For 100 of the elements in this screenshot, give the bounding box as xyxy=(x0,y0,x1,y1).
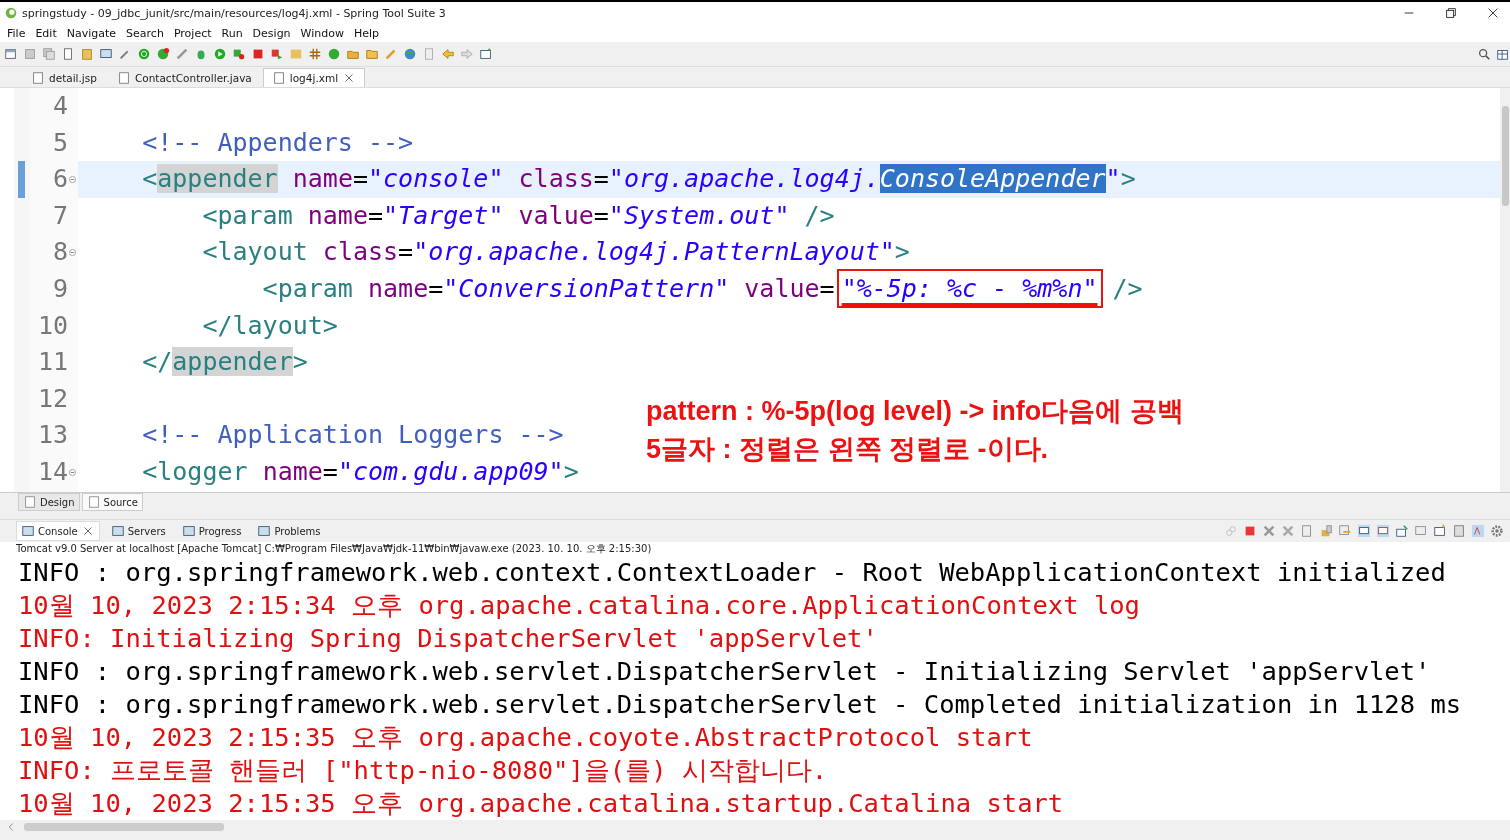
pin-icon[interactable] xyxy=(1395,524,1409,538)
fold-icon[interactable] xyxy=(69,176,76,183)
clipboard-icon[interactable] xyxy=(80,47,94,61)
fold-icon[interactable] xyxy=(69,468,76,476)
arrow-left-icon[interactable] xyxy=(441,47,455,61)
line-number: 4 xyxy=(52,90,68,122)
code-line: <logger name="com.gdu.app09"> xyxy=(141,455,579,488)
fold-icon[interactable] xyxy=(69,249,76,257)
close-icon[interactable] xyxy=(1486,6,1500,20)
gear-icon[interactable] xyxy=(1490,524,1504,538)
file-icon xyxy=(271,71,286,85)
code-line: </appender> xyxy=(141,346,308,379)
console-line: 10월 10, 2023 2:15:35 오후 org.apache.catalina.startup.Catalina start xyxy=(18,787,1065,820)
line-number: 8 xyxy=(52,236,68,269)
console-line: INFO: Initializing Spring DispatcherServlet 'appServlet' xyxy=(18,622,879,655)
export-icon[interactable] xyxy=(270,47,284,61)
leaf-logo-icon xyxy=(4,6,18,20)
menu-item[interactable]: Search xyxy=(121,26,169,40)
menu-item[interactable]: Help xyxy=(348,26,385,40)
annotation-note: pattern : %-5p(log level) -> info다음에 공백 xyxy=(646,395,1184,428)
display-icon[interactable] xyxy=(1414,524,1428,538)
new-console-icon[interactable] xyxy=(1433,524,1447,538)
line-number: 7 xyxy=(52,199,68,232)
file-icon xyxy=(31,71,45,85)
console-line: INFO : org.springframework.web.servlet.DispatcherServlet - Initializing Servlet 'appServlet' xyxy=(18,655,1432,688)
perspective-icon[interactable] xyxy=(1496,47,1510,61)
editor-tab[interactable]: log4j.xml xyxy=(262,68,366,87)
restore-icon[interactable] xyxy=(1444,6,1458,20)
window-icon xyxy=(21,524,35,538)
window-icon xyxy=(257,524,272,538)
line-number: 6 xyxy=(52,163,68,196)
new-window-icon[interactable] xyxy=(479,47,493,61)
ac-icon[interactable] xyxy=(1471,524,1485,538)
new-file-icon[interactable] xyxy=(4,47,18,61)
run-config-icon[interactable] xyxy=(232,47,246,61)
line-number: 14 xyxy=(37,455,68,488)
code-line: <!-- Application Loggers --> xyxy=(141,419,564,452)
line-number: 13 xyxy=(37,419,68,452)
speech-error-icon[interactable] xyxy=(1376,524,1390,538)
view-tab[interactable]: Servers xyxy=(105,521,171,541)
save-all-icon[interactable] xyxy=(42,47,56,61)
stop-icon[interactable] xyxy=(1243,524,1257,538)
code-line: <appender name="console" class="org.apache.log4j.ConsoleAppender"> xyxy=(141,163,1136,196)
clear-icon[interactable] xyxy=(1300,524,1314,538)
console-line: INFO: 프로토콜 핸들러 ["http-nio-8080"]을(를) 시작합니다. xyxy=(18,754,829,787)
lock-icon[interactable] xyxy=(1319,524,1333,538)
window-icon xyxy=(181,524,196,538)
view-tab[interactable]: Problems xyxy=(252,521,326,541)
refresh-icon[interactable] xyxy=(156,47,170,61)
annotation-note: 5글자 : 정렬은 왼쪽 정렬로 -이다. xyxy=(646,433,1049,466)
monitor-icon[interactable] xyxy=(99,47,113,61)
menu-item[interactable]: Run xyxy=(216,26,248,40)
pen-icon[interactable] xyxy=(175,47,189,61)
editor-tab[interactable]: ContactController.java xyxy=(107,68,261,87)
globe-icon[interactable] xyxy=(403,47,417,61)
view-tab[interactable]: Console xyxy=(16,521,100,541)
remove-icon[interactable] xyxy=(1262,524,1276,538)
menu-item[interactable]: Edit xyxy=(30,26,62,40)
page-icon xyxy=(23,495,37,509)
run-icon[interactable] xyxy=(213,47,227,61)
console-line: 10월 10, 2023 2:15:34 오후 org.apache.catalina.core.ApplicationContext log xyxy=(18,589,1141,622)
remove-all-icon[interactable] xyxy=(1281,524,1295,538)
line-number: 5 xyxy=(52,126,68,159)
document-icon[interactable] xyxy=(61,47,75,61)
view-tab[interactable]: Progress xyxy=(176,521,247,541)
speech-icon[interactable] xyxy=(1357,524,1371,538)
menu-item[interactable]: Project xyxy=(168,26,217,40)
menu-item[interactable]: Design xyxy=(247,26,296,40)
copy-icon[interactable] xyxy=(1452,524,1466,538)
console-line: 10월 10, 2023 2:15:35 오후 org.apache.coyote.AbstractProtocol start xyxy=(18,721,1034,754)
console-header: Tomcat v9.0 Server at localhost [Apache Tomcat] C:₩Program Files₩Java₩jdk-11₩bin₩javaw.exe (2023. 10. 10. 오후 2:15:30) xyxy=(0,542,1510,556)
folder-icon[interactable] xyxy=(365,47,379,61)
window-title: springstudy - 09_jdbc_junit/src/main/resources/log4j.xml - Spring Tool Suite 3 xyxy=(22,6,447,20)
wrap-icon[interactable] xyxy=(1338,524,1352,538)
menu-item[interactable]: Window xyxy=(295,26,349,40)
editor-mode-tab[interactable]: Source xyxy=(81,493,143,511)
line-number: 10 xyxy=(37,309,68,342)
grid-icon[interactable] xyxy=(308,47,322,61)
page-icon xyxy=(86,495,101,509)
pencil-icon[interactable] xyxy=(384,47,398,61)
code-line: <param name="ConversionPattern" value= "%-5p: %c - %m%n" /> xyxy=(82,270,1143,308)
line-number: 11 xyxy=(37,346,68,379)
editor-mode-tab[interactable]: Design xyxy=(18,493,80,511)
console-line: INFO : org.springframework.web.servlet.DispatcherServlet - Completed initialization in 1128 ms xyxy=(18,688,1463,721)
console-line: INFO : org.springframework.web.context.ContextLoader - Root WebApplicationContext initialized xyxy=(18,556,1447,589)
save-icon[interactable] xyxy=(23,47,37,61)
search-icon[interactable] xyxy=(1477,47,1491,61)
line-number: 9 xyxy=(52,272,68,305)
menu-item[interactable]: File xyxy=(2,26,31,40)
new-class-icon[interactable] xyxy=(327,47,341,61)
file-icon xyxy=(116,71,131,85)
menu-item[interactable]: Navigate xyxy=(61,26,122,40)
power-icon[interactable] xyxy=(137,47,151,61)
stop-icon[interactable] xyxy=(251,47,265,61)
line-number: 12 xyxy=(37,382,68,415)
editor-tab[interactable]: detail.jsp xyxy=(22,68,106,87)
code-line: </layout> xyxy=(201,309,338,342)
arrow-right-icon[interactable] xyxy=(460,47,474,61)
code-line: <layout class="org.apache.log4j.PatternLayout"> xyxy=(201,236,910,269)
code-line: <param name="Target" value="System.out" /> xyxy=(201,199,835,232)
